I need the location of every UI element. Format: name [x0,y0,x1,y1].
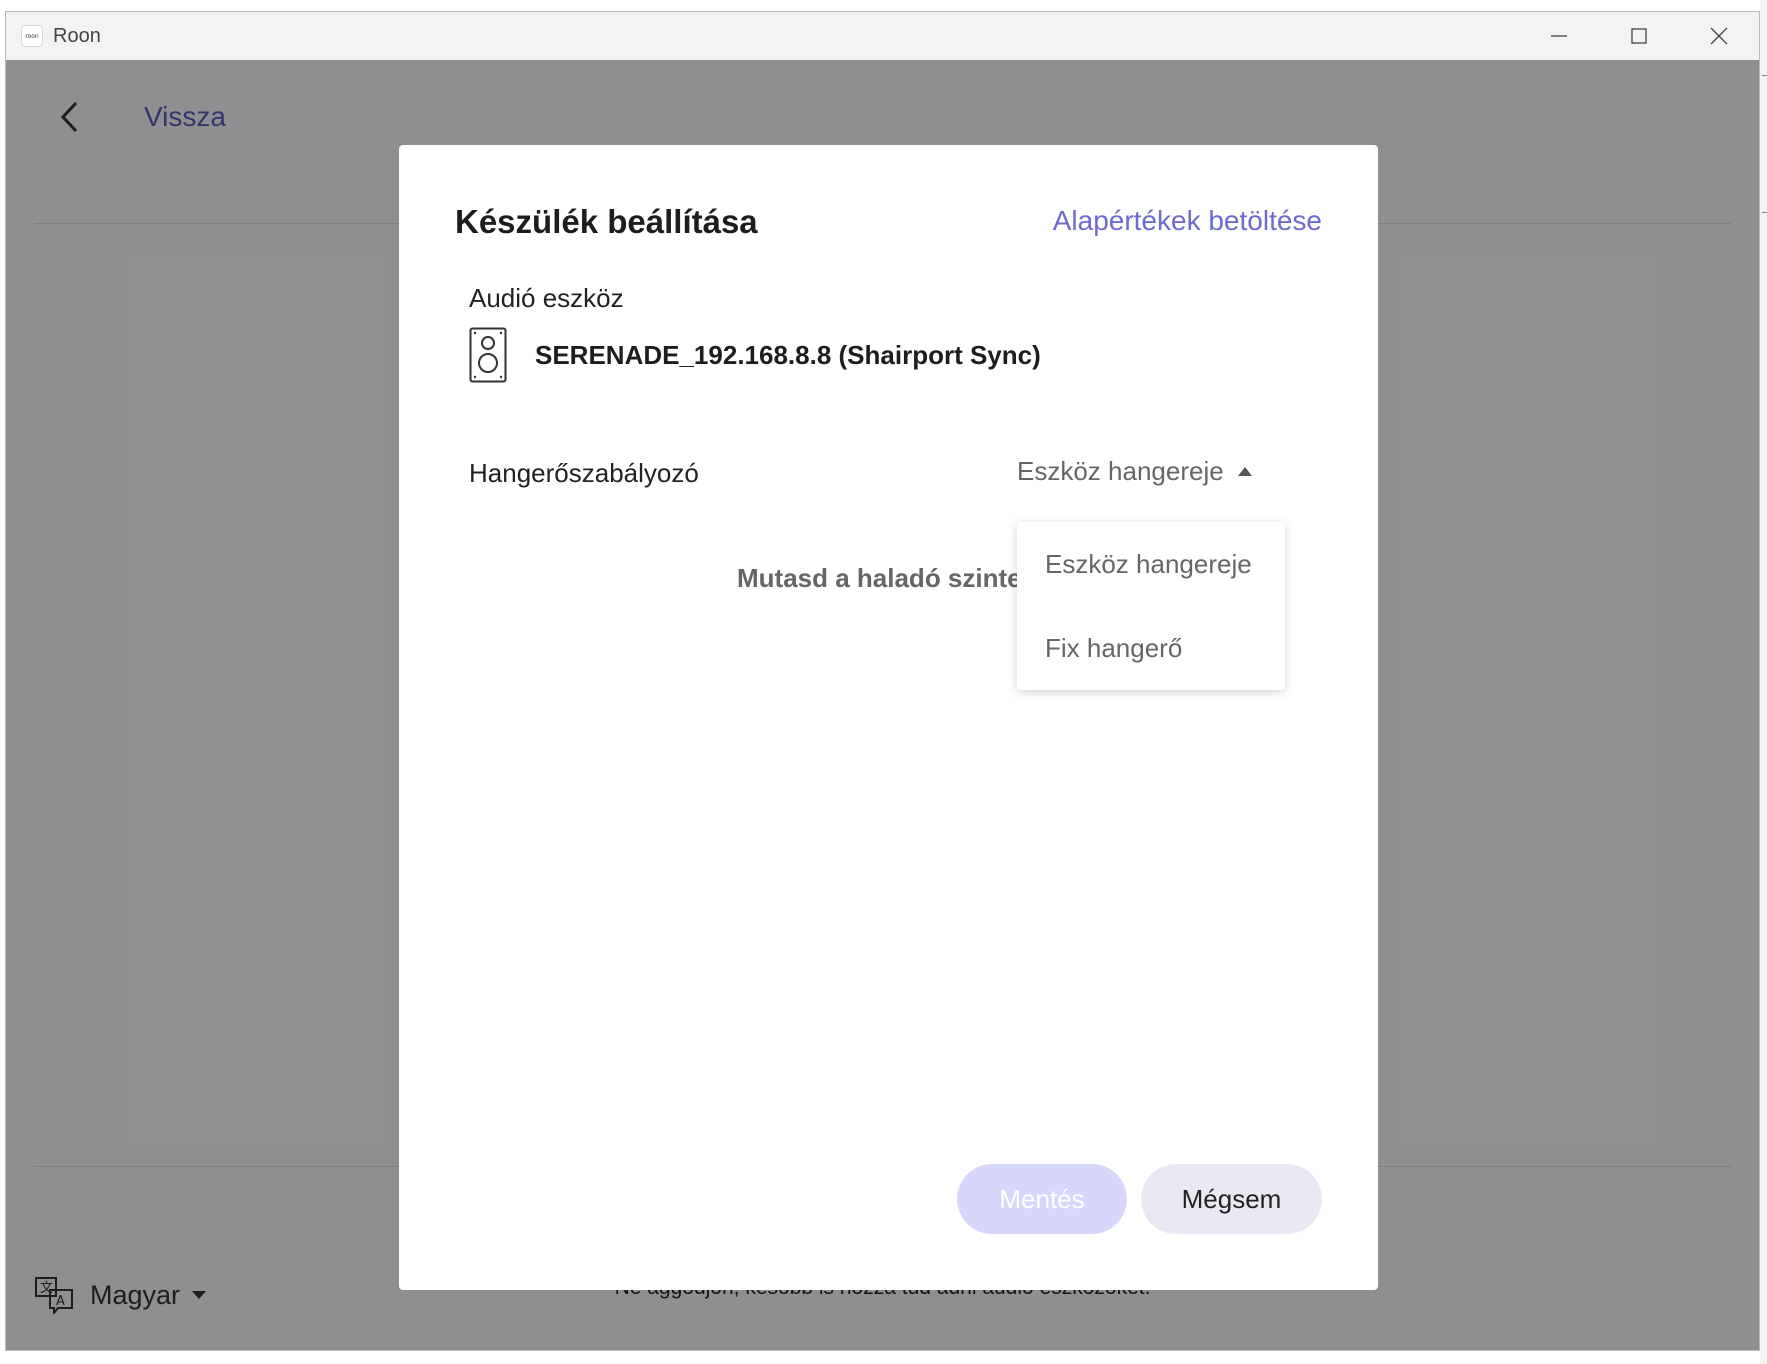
dialog-title: Készülék beállítása [455,203,758,240]
close-window-button[interactable] [1679,12,1759,60]
close-icon [1710,27,1728,45]
menu-item-device-volume[interactable]: Eszköz hangereje [1017,522,1285,606]
volume-control-label: Hangerőszabályozó [469,458,699,488]
maximize-icon [1631,28,1647,44]
device-row: SERENADE_192.168.8.8 (Shairport Sync) [469,327,1041,383]
load-defaults-link[interactable]: Alapértékek betöltése [1053,205,1322,237]
minimize-button[interactable] [1519,12,1599,60]
app-window: roon Roon Vissza 文 A Magyar Készülék beá… [5,11,1760,1351]
device-setup-dialog: Készülék beállítása Alapértékek betöltés… [399,145,1378,1290]
show-advanced-link[interactable]: Mutasd a haladó szintet [737,563,1030,594]
desktop-divider [1762,75,1767,76]
window-controls [1519,12,1759,60]
desktop-divider [1762,212,1767,213]
desktop-background [1760,0,1767,1364]
volume-control-value[interactable]: Eszköz hangereje [1017,456,1224,487]
minimize-icon [1551,35,1567,37]
save-button[interactable]: Mentés [957,1164,1127,1234]
device-name: SERENADE_192.168.8.8 (Shairport Sync) [535,339,1041,370]
volume-options-menu: Eszköz hangereje Fix hangerő [1017,522,1285,690]
speaker-icon [469,327,507,383]
maximize-button[interactable] [1599,12,1679,60]
menu-item-fixed-volume[interactable]: Fix hangerő [1017,606,1285,690]
title-bar: roon Roon [6,12,1759,60]
window-title: Roon [53,24,101,47]
cancel-button[interactable]: Mégsem [1141,1164,1322,1234]
volume-control-dropdown[interactable]: Eszköz hangereje [1017,456,1252,487]
roon-logo-icon: roon [21,25,43,47]
caret-up-icon[interactable] [1237,467,1252,476]
audio-device-label: Audió eszköz [469,283,624,313]
